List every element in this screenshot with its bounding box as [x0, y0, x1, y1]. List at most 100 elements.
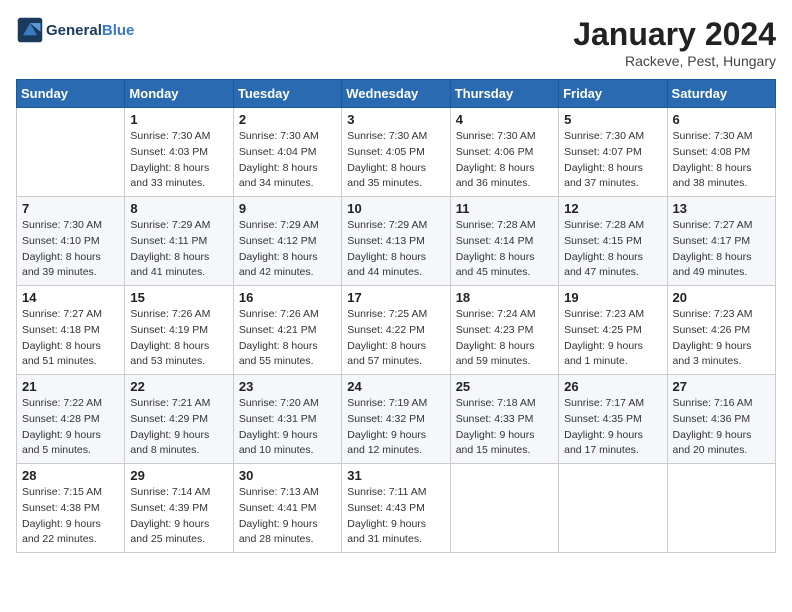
calendar-day-cell: 28 Sunrise: 7:15 AMSunset: 4:38 PMDayligh…	[17, 464, 125, 553]
calendar-week-row: 14 Sunrise: 7:27 AMSunset: 4:18 PMDayligh…	[17, 286, 776, 375]
day-info: Sunrise: 7:23 AMSunset: 4:25 PMDaylight:…	[564, 307, 661, 370]
day-number: 26	[564, 379, 661, 394]
calendar-day-cell	[450, 464, 558, 553]
calendar-week-row: 28 Sunrise: 7:15 AMSunset: 4:38 PMDayligh…	[17, 464, 776, 553]
day-info: Sunrise: 7:30 AMSunset: 4:05 PMDaylight:…	[347, 129, 444, 192]
day-number: 28	[22, 468, 119, 483]
day-number: 17	[347, 290, 444, 305]
day-of-week-header: Monday	[125, 80, 233, 108]
day-info: Sunrise: 7:30 AMSunset: 4:06 PMDaylight:…	[456, 129, 553, 192]
calendar-day-cell: 19 Sunrise: 7:23 AMSunset: 4:25 PMDayligh…	[559, 286, 667, 375]
day-info: Sunrise: 7:23 AMSunset: 4:26 PMDaylight:…	[673, 307, 770, 370]
calendar-day-cell: 7 Sunrise: 7:30 AMSunset: 4:10 PMDaylight…	[17, 197, 125, 286]
day-number: 13	[673, 201, 770, 216]
calendar-day-cell: 9 Sunrise: 7:29 AMSunset: 4:12 PMDaylight…	[233, 197, 341, 286]
page-header: GeneralBlue January 2024 Rackeve, Pest, …	[16, 16, 776, 69]
day-info: Sunrise: 7:22 AMSunset: 4:28 PMDaylight:…	[22, 396, 119, 459]
calendar-day-cell: 13Sunrise: 7:27 AMSunset: 4:17 PMDayligh…	[667, 197, 775, 286]
calendar-table: SundayMondayTuesdayWednesdayThursdayFrid…	[16, 79, 776, 553]
calendar-week-row: 21Sunrise: 7:22 AMSunset: 4:28 PMDayligh…	[17, 375, 776, 464]
location: Rackeve, Pest, Hungary	[573, 53, 776, 69]
day-info: Sunrise: 7:13 AMSunset: 4:41 PMDaylight:…	[239, 485, 336, 548]
day-number: 15	[130, 290, 227, 305]
calendar-day-cell: 17 Sunrise: 7:25 AMSunset: 4:22 PMDayligh…	[342, 286, 450, 375]
calendar-day-cell: 31Sunrise: 7:11 AMSunset: 4:43 PMDayligh…	[342, 464, 450, 553]
calendar-day-cell: 1Sunrise: 7:30 AMSunset: 4:03 PMDaylight…	[125, 108, 233, 197]
day-number: 4	[456, 112, 553, 127]
day-info: Sunrise: 7:30 AMSunset: 4:03 PMDaylight:…	[130, 129, 227, 192]
day-number: 25	[456, 379, 553, 394]
day-number: 14	[22, 290, 119, 305]
calendar-day-cell: 23Sunrise: 7:20 AMSunset: 4:31 PMDayligh…	[233, 375, 341, 464]
calendar-day-cell: 18 Sunrise: 7:24 AMSunset: 4:23 PMDayligh…	[450, 286, 558, 375]
calendar-day-cell: 22 Sunrise: 7:21 AMSunset: 4:29 PMDayligh…	[125, 375, 233, 464]
day-of-week-header: Wednesday	[342, 80, 450, 108]
day-of-week-header: Friday	[559, 80, 667, 108]
day-number: 11	[456, 201, 553, 216]
calendar-day-cell	[17, 108, 125, 197]
day-number: 22	[130, 379, 227, 394]
calendar-day-cell: 12Sunrise: 7:28 AMSunset: 4:15 PMDayligh…	[559, 197, 667, 286]
calendar-day-cell: 27Sunrise: 7:16 AMSunset: 4:36 PMDayligh…	[667, 375, 775, 464]
calendar-day-cell: 10Sunrise: 7:29 AMSunset: 4:13 PMDayligh…	[342, 197, 450, 286]
day-info: Sunrise: 7:30 AMSunset: 4:07 PMDaylight:…	[564, 129, 661, 192]
calendar-day-cell: 24Sunrise: 7:19 AMSunset: 4:32 PMDayligh…	[342, 375, 450, 464]
calendar-day-cell: 30Sunrise: 7:13 AMSunset: 4:41 PMDayligh…	[233, 464, 341, 553]
day-info: Sunrise: 7:29 AMSunset: 4:11 PMDaylight:…	[130, 218, 227, 281]
calendar-day-cell: 8 Sunrise: 7:29 AMSunset: 4:11 PMDaylight…	[125, 197, 233, 286]
day-of-week-header: Thursday	[450, 80, 558, 108]
calendar-day-cell: 5 Sunrise: 7:30 AMSunset: 4:07 PMDaylight…	[559, 108, 667, 197]
day-info: Sunrise: 7:14 AMSunset: 4:39 PMDaylight:…	[130, 485, 227, 548]
day-number: 31	[347, 468, 444, 483]
day-number: 20	[673, 290, 770, 305]
day-info: Sunrise: 7:26 AMSunset: 4:21 PMDaylight:…	[239, 307, 336, 370]
calendar-day-cell: 4 Sunrise: 7:30 AMSunset: 4:06 PMDaylight…	[450, 108, 558, 197]
day-number: 18	[456, 290, 553, 305]
day-number: 19	[564, 290, 661, 305]
calendar-day-cell	[559, 464, 667, 553]
logo: GeneralBlue	[16, 16, 134, 44]
day-info: Sunrise: 7:29 AMSunset: 4:12 PMDaylight:…	[239, 218, 336, 281]
day-number: 2	[239, 112, 336, 127]
calendar-week-row: 1Sunrise: 7:30 AMSunset: 4:03 PMDaylight…	[17, 108, 776, 197]
day-number: 10	[347, 201, 444, 216]
day-info: Sunrise: 7:25 AMSunset: 4:22 PMDaylight:…	[347, 307, 444, 370]
calendar-day-cell: 2 Sunrise: 7:30 AMSunset: 4:04 PMDaylight…	[233, 108, 341, 197]
calendar-day-cell: 11Sunrise: 7:28 AMSunset: 4:14 PMDayligh…	[450, 197, 558, 286]
day-number: 6	[673, 112, 770, 127]
day-of-week-header: Tuesday	[233, 80, 341, 108]
calendar-day-cell	[667, 464, 775, 553]
day-info: Sunrise: 7:21 AMSunset: 4:29 PMDaylight:…	[130, 396, 227, 459]
day-number: 29	[130, 468, 227, 483]
day-info: Sunrise: 7:15 AMSunset: 4:38 PMDaylight:…	[22, 485, 119, 548]
day-info: Sunrise: 7:26 AMSunset: 4:19 PMDaylight:…	[130, 307, 227, 370]
calendar-day-cell: 6 Sunrise: 7:30 AMSunset: 4:08 PMDaylight…	[667, 108, 775, 197]
day-number: 12	[564, 201, 661, 216]
calendar-day-cell: 26 Sunrise: 7:17 AMSunset: 4:35 PMDayligh…	[559, 375, 667, 464]
day-of-week-header: Sunday	[17, 80, 125, 108]
day-number: 5	[564, 112, 661, 127]
month-title: January 2024	[573, 16, 776, 53]
day-info: Sunrise: 7:27 AMSunset: 4:18 PMDaylight:…	[22, 307, 119, 370]
day-info: Sunrise: 7:30 AMSunset: 4:10 PMDaylight:…	[22, 218, 119, 281]
day-of-week-header: Saturday	[667, 80, 775, 108]
day-number: 3	[347, 112, 444, 127]
calendar-day-cell: 21Sunrise: 7:22 AMSunset: 4:28 PMDayligh…	[17, 375, 125, 464]
calendar-week-row: 7 Sunrise: 7:30 AMSunset: 4:10 PMDaylight…	[17, 197, 776, 286]
day-number: 9	[239, 201, 336, 216]
day-info: Sunrise: 7:17 AMSunset: 4:35 PMDaylight:…	[564, 396, 661, 459]
day-info: Sunrise: 7:18 AMSunset: 4:33 PMDaylight:…	[456, 396, 553, 459]
logo-icon	[16, 16, 44, 44]
calendar-day-cell: 15 Sunrise: 7:26 AMSunset: 4:19 PMDayligh…	[125, 286, 233, 375]
day-number: 8	[130, 201, 227, 216]
day-info: Sunrise: 7:30 AMSunset: 4:04 PMDaylight:…	[239, 129, 336, 192]
day-number: 23	[239, 379, 336, 394]
calendar-day-cell: 14 Sunrise: 7:27 AMSunset: 4:18 PMDayligh…	[17, 286, 125, 375]
calendar-day-cell: 16Sunrise: 7:26 AMSunset: 4:21 PMDayligh…	[233, 286, 341, 375]
day-info: Sunrise: 7:19 AMSunset: 4:32 PMDaylight:…	[347, 396, 444, 459]
day-number: 7	[22, 201, 119, 216]
day-info: Sunrise: 7:24 AMSunset: 4:23 PMDaylight:…	[456, 307, 553, 370]
day-info: Sunrise: 7:30 AMSunset: 4:08 PMDaylight:…	[673, 129, 770, 192]
calendar-day-cell: 3 Sunrise: 7:30 AMSunset: 4:05 PMDaylight…	[342, 108, 450, 197]
logo-text: GeneralBlue	[46, 22, 134, 39]
